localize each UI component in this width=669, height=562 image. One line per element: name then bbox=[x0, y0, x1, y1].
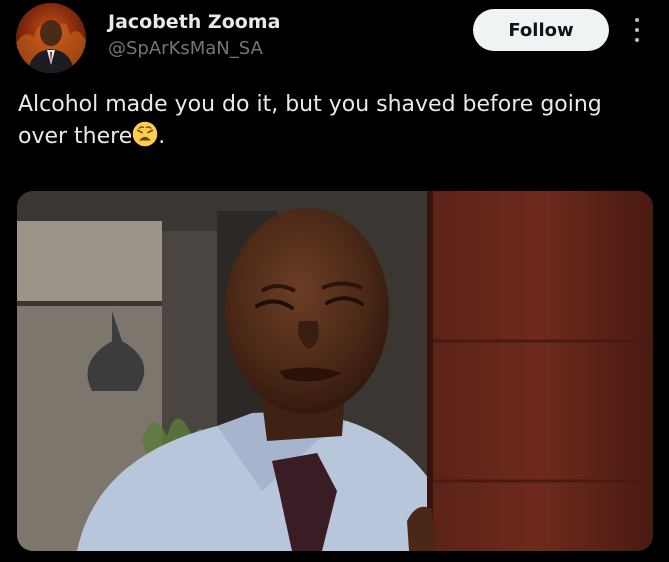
follow-button[interactable]: Follow bbox=[473, 9, 609, 51]
more-vertical-icon[interactable] bbox=[628, 16, 646, 44]
tweet-media-image[interactable] bbox=[17, 191, 653, 551]
avatar[interactable] bbox=[16, 3, 86, 73]
weary-face-emoji-icon bbox=[132, 121, 158, 147]
tweet-text: Alcohol made you do it, but you shaved b… bbox=[18, 89, 648, 153]
user-display-name[interactable]: Jacobeth Zooma bbox=[108, 11, 280, 33]
user-handle[interactable]: @SpArKsMaN_SA bbox=[108, 38, 263, 59]
tweet-text-body: Alcohol made you do it, but you shaved b… bbox=[18, 92, 602, 149]
tweet-text-end: . bbox=[158, 124, 166, 149]
meme-photo bbox=[17, 191, 653, 551]
